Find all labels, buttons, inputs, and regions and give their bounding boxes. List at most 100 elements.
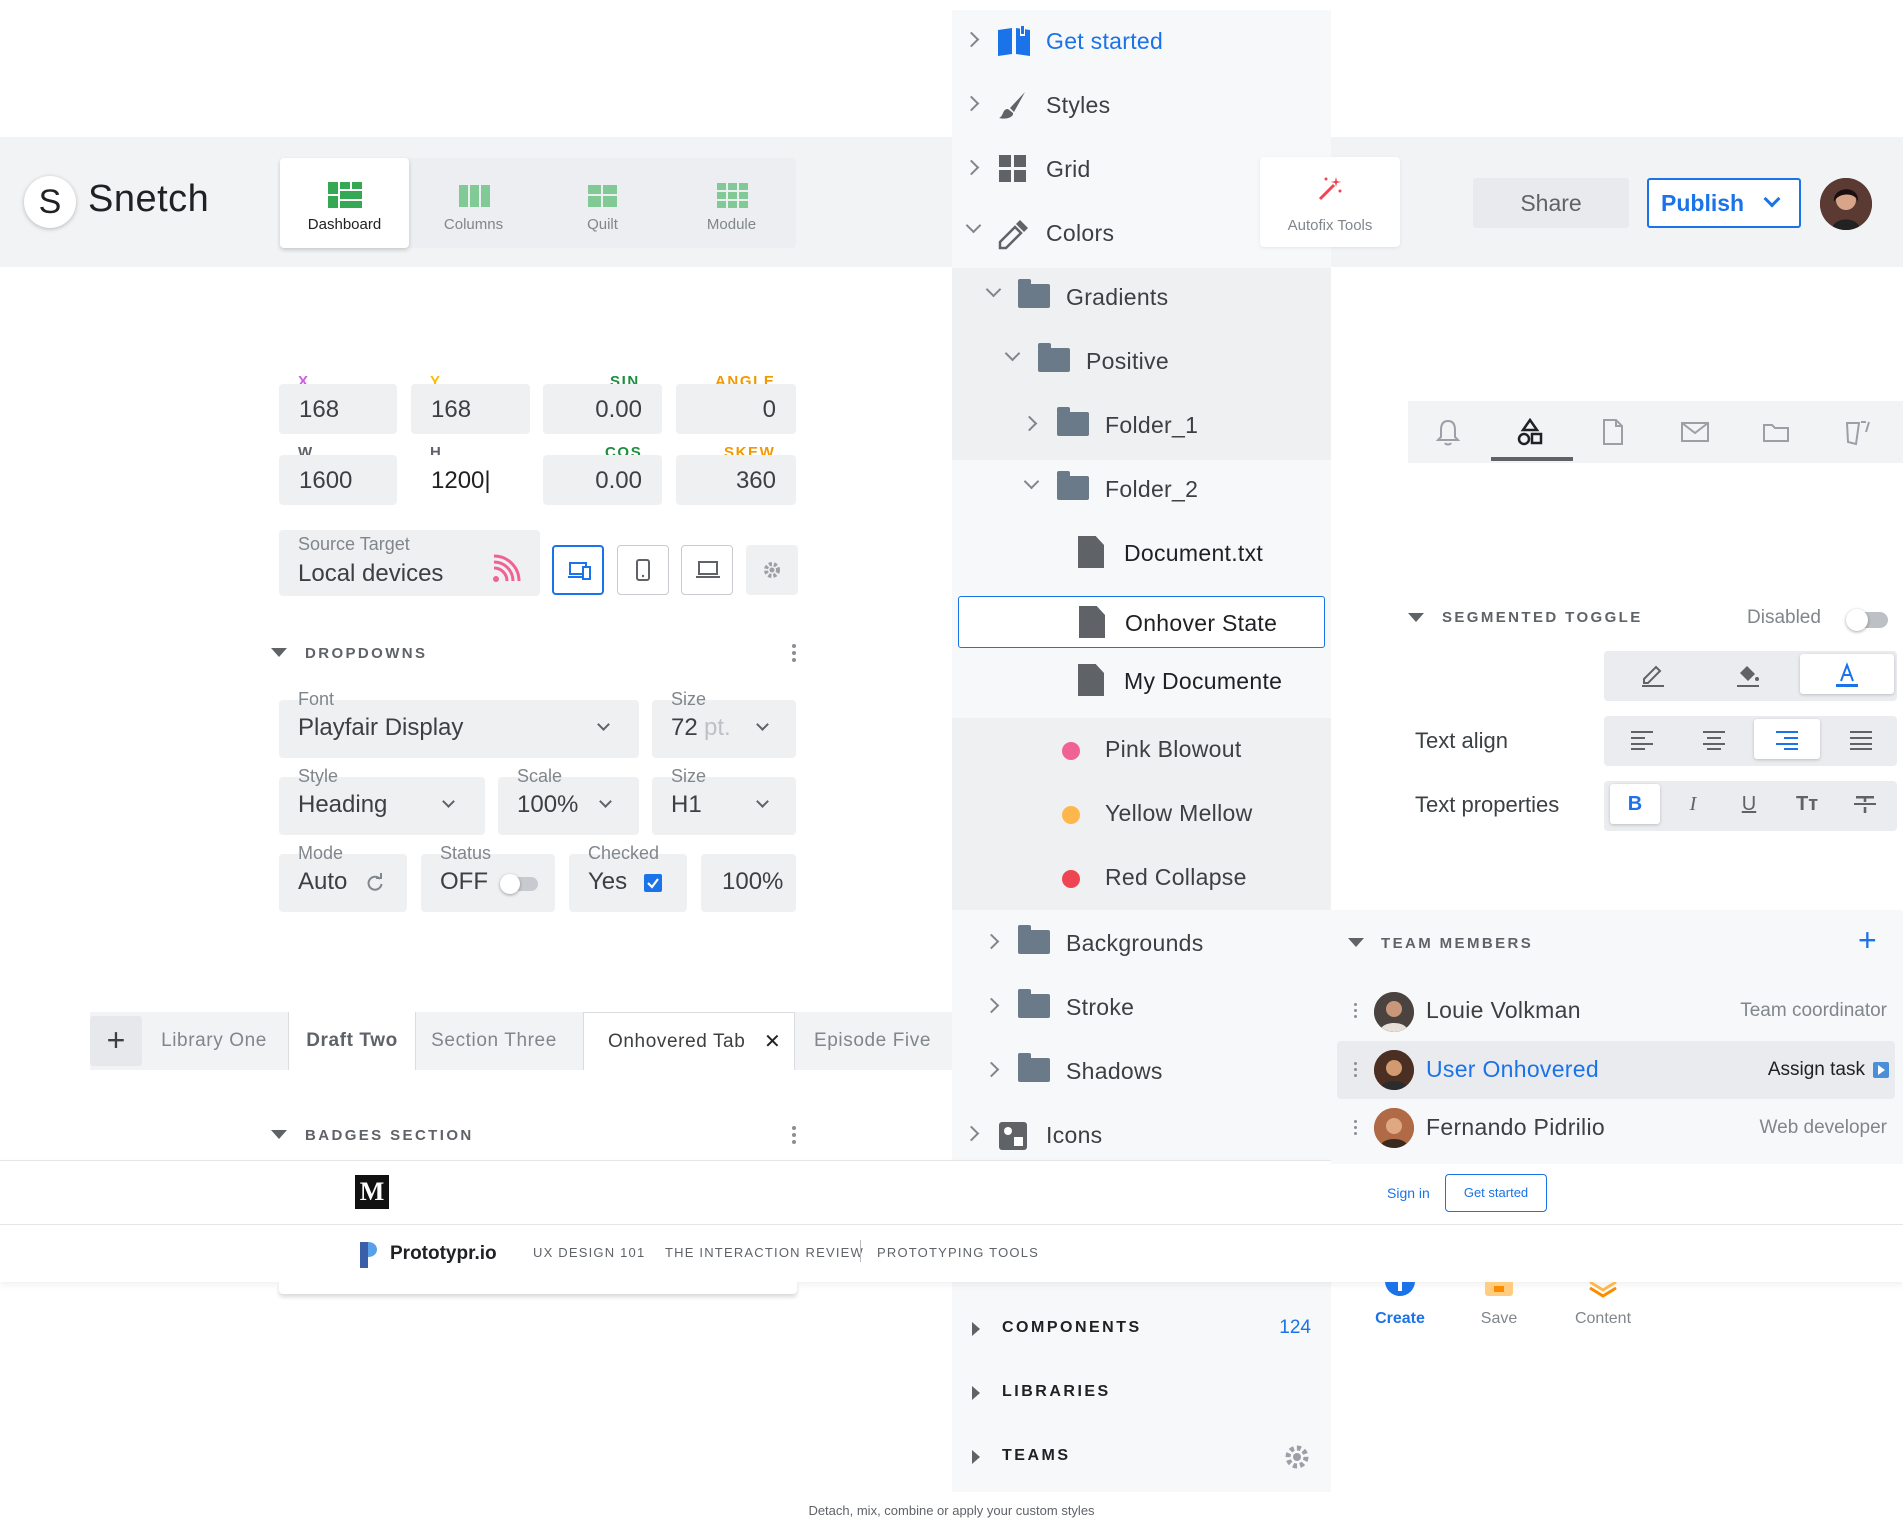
dropdowns-collapse-icon[interactable] — [271, 648, 287, 657]
nav-ux-design[interactable]: UX DESIGN 101 — [533, 1245, 645, 1260]
add-member-button[interactable]: + — [1858, 922, 1877, 959]
tab-library-one[interactable]: Library One — [150, 1012, 278, 1070]
pencil-segment[interactable] — [1607, 654, 1697, 694]
tab-dashboard[interactable]: Dashboard — [280, 158, 409, 248]
content-button[interactable]: Content — [1567, 1310, 1639, 1328]
style-select[interactable]: Style Heading — [279, 766, 485, 835]
size-select[interactable]: Size 72 pt. — [652, 689, 796, 758]
tree-item-document-txt[interactable]: Document.txt — [952, 522, 1331, 586]
w-field[interactable]: 1600 — [279, 455, 397, 505]
file-icon[interactable] — [1602, 418, 1624, 446]
tree-item-shadows[interactable]: Shadows — [952, 1040, 1331, 1104]
angle-field[interactable]: 0 — [676, 384, 796, 434]
tree-item-gradients[interactable]: Gradients — [952, 266, 1331, 330]
content-layers-icon[interactable] — [1588, 1282, 1618, 1298]
chevron-down-icon[interactable] — [1763, 190, 1781, 208]
font-select[interactable]: Font Playfair Display — [279, 689, 639, 758]
settings-button[interactable] — [746, 545, 798, 595]
text-color-segment[interactable] — [1800, 654, 1894, 694]
tree-item-my-documente[interactable]: My Documente — [952, 650, 1331, 714]
align-right-segment[interactable] — [1754, 719, 1820, 759]
member-more-icon[interactable] — [1354, 1062, 1358, 1080]
share-button[interactable]: Share — [1473, 178, 1629, 228]
member-row[interactable]: Louie Volkman Team coordinator — [1337, 984, 1895, 1038]
disabled-toggle[interactable] — [1846, 609, 1888, 631]
nav-prototyping-tools[interactable]: PROTOTYPING TOOLS — [877, 1245, 1039, 1260]
folder-outline-icon[interactable] — [1762, 421, 1790, 443]
swatches-icon[interactable] — [1844, 418, 1874, 446]
close-icon[interactable]: ✕ — [764, 1013, 781, 1071]
laptop-button[interactable] — [681, 545, 733, 595]
medium-logo[interactable]: M — [355, 1175, 389, 1209]
dropdowns-more-icon[interactable] — [792, 644, 796, 665]
tree-item-yellow-mellow[interactable]: Yellow Mellow — [952, 782, 1331, 846]
skew-field[interactable]: 360 — [676, 455, 796, 505]
member-row[interactable]: Fernando Pidrilio Web developer — [1337, 1101, 1895, 1155]
add-tab-button[interactable]: + — [90, 1016, 142, 1066]
member-more-icon[interactable] — [1354, 1120, 1358, 1138]
sign-in-link[interactable]: Sign in — [1387, 1185, 1430, 1201]
phone-button[interactable] — [617, 545, 669, 595]
h-field[interactable]: 1200| — [411, 455, 530, 505]
publish-button[interactable]: Publish — [1647, 178, 1801, 228]
status-toggle[interactable] — [500, 874, 538, 894]
tree-item-positive[interactable]: Positive — [952, 330, 1331, 394]
tab-episode-five[interactable]: Episode Five — [800, 1012, 945, 1070]
text-size-segment[interactable]: Tт — [1782, 784, 1832, 824]
bold-segment[interactable]: B — [1610, 784, 1660, 824]
member-more-icon[interactable] — [1354, 1003, 1358, 1021]
gear-icon[interactable] — [1283, 1443, 1311, 1471]
fill-segment[interactable] — [1702, 654, 1792, 694]
tree-item-backgrounds[interactable]: Backgrounds — [952, 912, 1331, 976]
section-teams[interactable]: TEAMS — [952, 1425, 1331, 1489]
source-target-field[interactable]: Source Target Local devices — [279, 530, 540, 596]
tree-item-folder-2[interactable]: Folder_2 — [952, 458, 1331, 522]
y-field[interactable]: 168 — [411, 384, 530, 434]
percent-field[interactable]: 100% — [701, 854, 796, 912]
section-components[interactable]: COMPONENTS 124 — [952, 1297, 1331, 1361]
align-justify-segment[interactable] — [1826, 719, 1894, 759]
tree-item-stroke[interactable]: Stroke — [952, 976, 1331, 1040]
sin-field[interactable]: 0.00 — [543, 384, 662, 434]
align-left-segment[interactable] — [1607, 719, 1675, 759]
devices-button[interactable] — [552, 545, 604, 595]
tab-section-three[interactable]: Section Three — [420, 1012, 568, 1070]
mode-field[interactable]: Mode Auto — [279, 843, 407, 912]
tree-item-styles[interactable]: Styles — [952, 74, 1331, 138]
member-row-hovered[interactable]: User Onhovered Assign task — [1337, 1041, 1895, 1099]
save-icon[interactable] — [1485, 1282, 1513, 1296]
checkbox[interactable] — [644, 874, 662, 892]
play-icon[interactable] — [1873, 1062, 1889, 1078]
mail-icon[interactable] — [1680, 421, 1710, 443]
refresh-icon[interactable] — [365, 873, 385, 893]
tree-item-icons[interactable]: Icons — [952, 1104, 1331, 1168]
section-libraries[interactable]: LIBRARIES — [952, 1361, 1331, 1425]
team-collapse-icon[interactable] — [1348, 938, 1364, 947]
tab-draft-two[interactable]: Draft Two — [288, 1012, 416, 1070]
status-field[interactable]: Status OFF — [421, 843, 555, 912]
prototypr-brand[interactable]: Prototypr.io — [390, 1243, 497, 1265]
tab-module[interactable]: Module — [667, 158, 796, 248]
badges-collapse-icon[interactable] — [271, 1130, 287, 1139]
autofix-tools-button[interactable]: Autofix Tools — [1260, 157, 1400, 247]
create-button[interactable]: Create — [1368, 1310, 1432, 1328]
heading-size-select[interactable]: Size H1 — [652, 766, 796, 835]
assign-task-link[interactable]: Assign task — [1768, 1059, 1865, 1081]
save-button[interactable]: Save — [1467, 1310, 1531, 1328]
tree-item-folder-1[interactable]: Folder_1 — [952, 394, 1331, 458]
segmented-collapse-icon[interactable] — [1408, 613, 1424, 622]
tree-item-red-collapse[interactable]: Red Collapse — [952, 846, 1331, 910]
tab-columns[interactable]: Columns — [409, 158, 538, 248]
tree-item-get-started[interactable]: Get started — [952, 10, 1331, 74]
align-center-segment[interactable] — [1679, 719, 1747, 759]
shapes-icon[interactable] — [1516, 418, 1544, 446]
create-icon[interactable] — [1380, 1282, 1420, 1296]
bell-icon[interactable] — [1436, 418, 1460, 446]
badges-more-icon[interactable] — [792, 1126, 796, 1147]
nav-interaction-review[interactable]: THE INTERACTION REVIEW — [665, 1245, 864, 1260]
tree-item-pink-blowout[interactable]: Pink Blowout — [952, 718, 1331, 782]
user-avatar[interactable] — [1820, 178, 1872, 230]
tab-quilt[interactable]: Quilt — [538, 158, 667, 248]
strikethrough-segment[interactable] — [1840, 784, 1890, 824]
underline-segment[interactable]: U — [1724, 784, 1774, 824]
